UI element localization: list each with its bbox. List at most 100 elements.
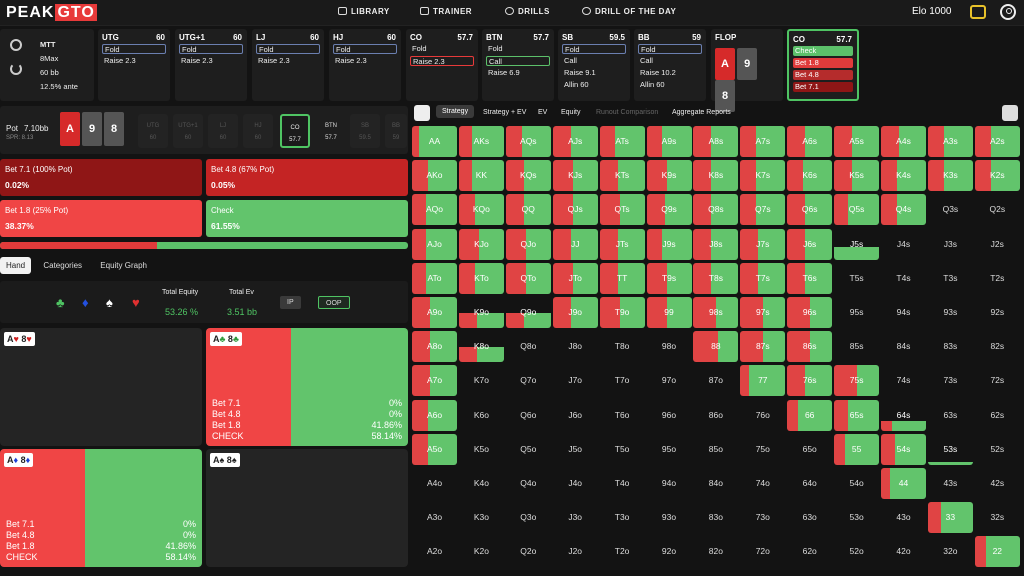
action-box-check[interactable]: Check 61.55% — [206, 200, 408, 237]
range-cell-A2s[interactable]: A2s — [974, 126, 1020, 157]
range-cell-82o[interactable]: 82o — [693, 536, 738, 567]
range-cell-T9s[interactable]: T9s — [646, 262, 692, 294]
ip-button[interactable]: IP — [280, 296, 301, 309]
range-cell-A7s[interactable]: A7s — [740, 126, 786, 157]
range-cell-T6s[interactable]: T6s — [787, 262, 833, 294]
range-cell-Q6s[interactable]: Q6s — [787, 194, 833, 226]
heart-suit-icon[interactable]: ♥ — [132, 295, 140, 310]
tab-equity[interactable]: Equity — [561, 109, 580, 116]
nav-drill-of-the-day[interactable]: DRILL OF THE DAY — [582, 7, 676, 16]
position-action[interactable]: Allin 60 — [638, 80, 702, 90]
range-cell-53s[interactable]: 53s — [927, 434, 973, 465]
peakgto-logo[interactable]: PEAK GTO — [6, 4, 97, 22]
range-cell-62s[interactable]: 62s — [975, 400, 1020, 431]
range-cell-Q4s[interactable]: Q4s — [881, 194, 926, 226]
range-cell-99[interactable]: 99 — [646, 297, 692, 328]
position-action[interactable]: Allin 60 — [562, 80, 626, 90]
range-cell-K6o[interactable]: K6o — [459, 400, 504, 431]
range-cell-33[interactable]: 33 — [927, 502, 973, 534]
range-cell-K9o[interactable]: K9o — [458, 297, 504, 328]
nav-library[interactable]: LIBRARY — [338, 7, 390, 16]
range-cell-T4s[interactable]: T4s — [881, 263, 926, 294]
range-cell-J3o[interactable]: J3o — [553, 502, 598, 533]
range-cell-Q9s[interactable]: Q9s — [646, 194, 692, 226]
range-cell-QTs[interactable]: QTs — [599, 194, 645, 226]
range-cell-95s[interactable]: 95s — [834, 297, 879, 328]
bet-7-1-action[interactable]: Bet 7.1 — [793, 82, 853, 92]
range-cell-52o[interactable]: 52o — [834, 536, 879, 567]
range-cell-85o[interactable]: 85o — [693, 434, 738, 465]
range-cell-JTo[interactable]: JTo — [552, 262, 598, 294]
range-cell-72s[interactable]: 72s — [975, 365, 1020, 396]
range-cell-86s[interactable]: 86s — [787, 331, 833, 363]
range-cell-A9o[interactable]: A9o — [412, 297, 457, 328]
range-cell-Q7o[interactable]: Q7o — [506, 365, 551, 396]
position-action[interactable]: Fold — [410, 44, 474, 54]
range-cell-J9o[interactable]: J9o — [552, 297, 598, 328]
range-cell-44[interactable]: 44 — [881, 468, 926, 499]
range-cell-Q8o[interactable]: Q8o — [506, 331, 551, 362]
range-cell-92s[interactable]: 92s — [975, 297, 1020, 328]
range-cell-98s[interactable]: 98s — [693, 297, 739, 328]
combo-card-a8d[interactable]: A♦ 8♦ Bet 7.1 0% Bet 4.8 0% Bet 1.8 41.86% CHEC… — [0, 449, 202, 567]
range-cell-54s[interactable]: 54s — [881, 433, 926, 465]
tab-categories[interactable]: Categories — [37, 257, 88, 274]
range-cell-T8s[interactable]: T8s — [693, 262, 739, 294]
range-cell-Q6o[interactable]: Q6o — [506, 400, 551, 431]
range-cell-32s[interactable]: 32s — [975, 502, 1020, 533]
check-action[interactable]: Check — [793, 46, 853, 56]
range-cell-AKs[interactable]: AKs — [458, 126, 504, 157]
range-cell-93o[interactable]: 93o — [647, 502, 692, 533]
refresh-icon[interactable] — [10, 63, 22, 75]
position-action[interactable]: Fold — [638, 44, 702, 54]
range-cell-T7s[interactable]: T7s — [740, 262, 786, 294]
range-cell-AA[interactable]: AA — [412, 126, 457, 157]
range-cell-A8s[interactable]: A8s — [693, 126, 739, 157]
position-action[interactable]: Call — [638, 56, 702, 66]
range-cell-KTs[interactable]: KTs — [599, 160, 645, 192]
range-cell-JTs[interactable]: JTs — [599, 228, 645, 260]
range-cell-53o[interactable]: 53o — [834, 502, 879, 533]
range-cell-K5s[interactable]: K5s — [834, 160, 880, 192]
range-cell-52s[interactable]: 52s — [975, 434, 1020, 465]
range-cell-J4s[interactable]: J4s — [881, 229, 926, 260]
range-cell-K6s[interactable]: K6s — [787, 160, 833, 192]
range-cell-QJs[interactable]: QJs — [552, 194, 598, 226]
range-cell-QQ[interactable]: QQ — [505, 194, 551, 226]
range-cell-KTo[interactable]: KTo — [458, 262, 504, 294]
range-cell-75o[interactable]: 75o — [740, 434, 785, 465]
range-cell-83s[interactable]: 83s — [928, 331, 973, 362]
range-cell-95o[interactable]: 95o — [647, 434, 692, 465]
range-cell-AQs[interactable]: AQs — [505, 126, 551, 157]
range-cell-Q4o[interactable]: Q4o — [506, 468, 551, 499]
range-cell-82s[interactable]: 82s — [975, 331, 1020, 362]
range-cell-Q7s[interactable]: Q7s — [740, 194, 786, 226]
range-cell-K5o[interactable]: K5o — [459, 434, 504, 465]
range-cell-Q8s[interactable]: Q8s — [693, 194, 739, 226]
position-action[interactable]: Raise 9.1 — [562, 68, 626, 78]
range-cell-92o[interactable]: 92o — [647, 536, 692, 567]
position-action[interactable]: Fold — [562, 44, 626, 54]
action-box-bet-7-1[interactable]: Bet 7.1 (100% Pot) 0.02% — [0, 159, 202, 196]
action-box-bet-1-8[interactable]: Bet 1.8 (25% Pot) 38.37% — [0, 200, 202, 237]
range-cell-T5o[interactable]: T5o — [600, 434, 645, 465]
range-cell-Q2s[interactable]: Q2s — [975, 194, 1020, 225]
range-cell-65s[interactable]: 65s — [834, 399, 880, 431]
range-cell-K8s[interactable]: K8s — [693, 160, 739, 192]
range-cell-T2s[interactable]: T2s — [975, 263, 1020, 294]
range-cell-K4s[interactable]: K4s — [881, 160, 926, 192]
range-cell-94o[interactable]: 94o — [647, 468, 692, 499]
range-cell-Q9o[interactable]: Q9o — [505, 297, 551, 328]
range-cell-94s[interactable]: 94s — [881, 297, 926, 328]
range-cell-T8o[interactable]: T8o — [600, 331, 645, 362]
range-cell-65o[interactable]: 65o — [787, 434, 832, 465]
range-cell-KK[interactable]: KK — [458, 160, 504, 192]
range-cell-K2o[interactable]: K2o — [459, 536, 504, 567]
controller-icon[interactable] — [1002, 105, 1018, 121]
range-cell-55[interactable]: 55 — [834, 433, 880, 465]
range-cell-43s[interactable]: 43s — [928, 468, 973, 499]
combo-card-a8h[interactable]: A♥ 8♥ — [0, 328, 202, 446]
range-cell-AKo[interactable]: AKo — [412, 160, 457, 192]
range-cell-K2s[interactable]: K2s — [974, 160, 1020, 192]
position-action[interactable]: Fold — [486, 44, 550, 54]
